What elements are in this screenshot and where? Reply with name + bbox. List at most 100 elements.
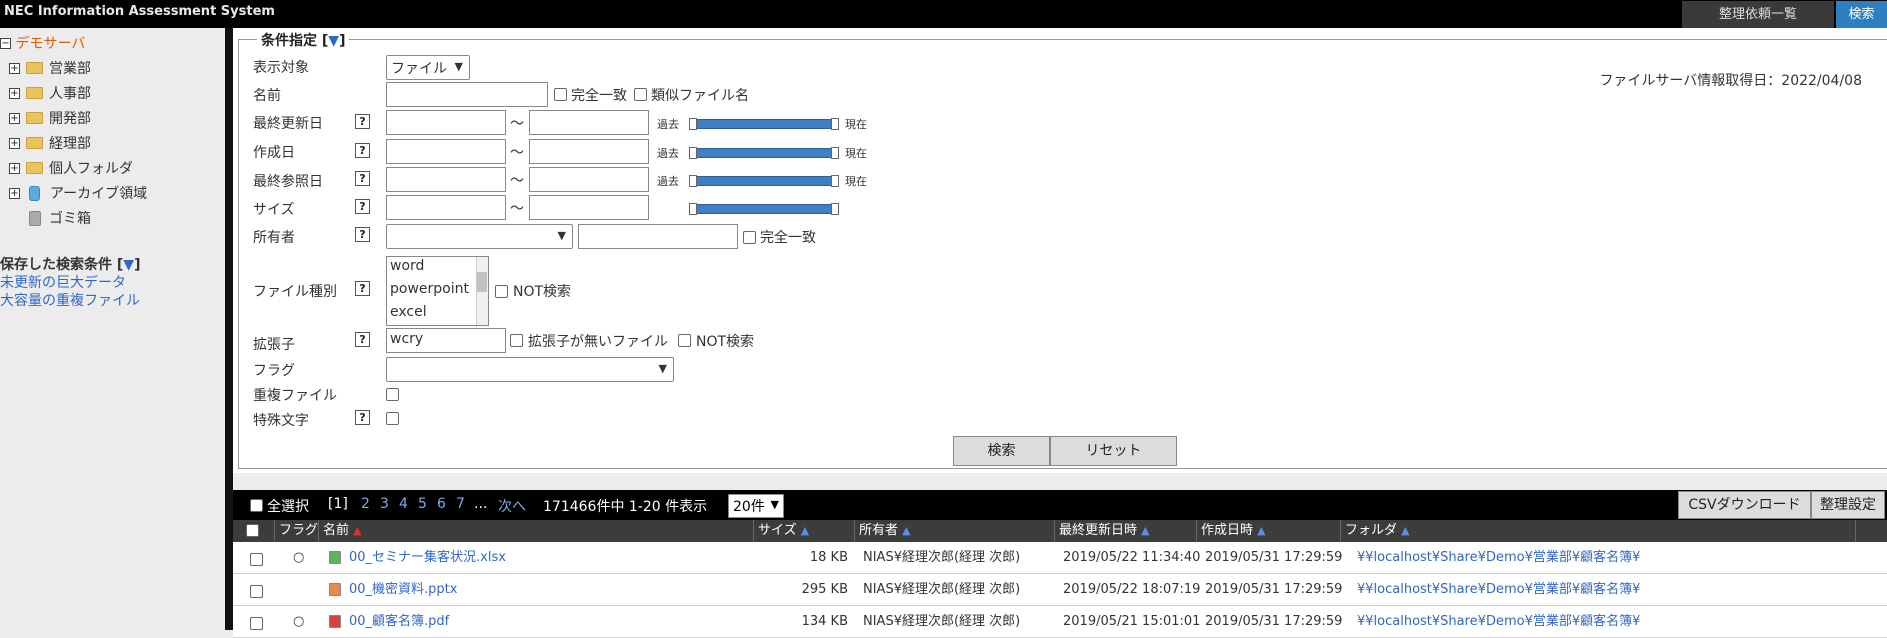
last-accessed-to-input[interactable] bbox=[529, 167, 649, 192]
row-folder-link[interactable]: ¥¥localhost¥Share¥Demo¥営業部¥顧客名簿¥ bbox=[1357, 606, 1640, 638]
tree-item-hr[interactable]: + 人事部 bbox=[9, 83, 91, 103]
row-flag[interactable]: ○ bbox=[293, 606, 304, 638]
help-icon[interactable]: ? bbox=[355, 171, 370, 186]
slider-handle[interactable] bbox=[831, 175, 839, 187]
file-type-option[interactable]: word bbox=[390, 258, 424, 274]
search-tab-button[interactable]: 検索 bbox=[1836, 1, 1887, 28]
toggle-arrow-icon[interactable]: ▼ bbox=[328, 33, 339, 49]
table-row[interactable]: 00_機密資料.pptx 295 KB NIAS¥経理次郎(経理 次郎) 201… bbox=[233, 574, 1887, 606]
owner-input[interactable] bbox=[578, 224, 738, 249]
duplicate-checkbox[interactable] bbox=[386, 388, 399, 401]
display-target-select[interactable]: ファイル ▼ bbox=[386, 55, 470, 80]
owner-exact-checkbox[interactable] bbox=[743, 231, 756, 244]
csv-download-button[interactable]: CSVダウンロード bbox=[1678, 491, 1811, 519]
toggle-arrow-icon[interactable]: ▼ bbox=[123, 257, 134, 273]
file-type-option[interactable]: excel bbox=[390, 304, 427, 320]
tree-root[interactable]: − デモサーバ bbox=[0, 33, 85, 53]
help-icon[interactable]: ? bbox=[355, 114, 370, 129]
header-select-all-checkbox[interactable] bbox=[246, 524, 259, 537]
help-icon[interactable]: ? bbox=[355, 227, 370, 242]
slider-handle[interactable] bbox=[689, 118, 697, 130]
col-flag[interactable]: フラグ bbox=[275, 520, 319, 542]
row-checkbox[interactable] bbox=[250, 585, 263, 598]
help-icon[interactable]: ? bbox=[355, 410, 370, 425]
per-page-select[interactable]: 20件 ▼ bbox=[728, 494, 784, 518]
page-link[interactable]: 2 bbox=[361, 496, 370, 512]
col-size[interactable]: サイズ ▲ bbox=[754, 520, 855, 542]
slider-handle[interactable] bbox=[831, 147, 839, 159]
file-link[interactable]: 00_セミナー集客状況.xlsx bbox=[349, 550, 506, 565]
col-name[interactable]: 名前 ▲ bbox=[319, 520, 754, 542]
last-modified-from-input[interactable] bbox=[386, 110, 506, 135]
last-modified-range-slider[interactable] bbox=[691, 119, 835, 129]
select-all-checkbox[interactable] bbox=[250, 499, 263, 512]
col-modified[interactable]: 最終更新日時 ▲ bbox=[1055, 520, 1197, 542]
file-link[interactable]: 00_顧客名簿.pdf bbox=[349, 614, 449, 629]
organize-settings-button[interactable]: 整理設定 bbox=[1811, 491, 1885, 519]
slider-handle[interactable] bbox=[831, 203, 839, 215]
size-to-input[interactable] bbox=[529, 195, 649, 220]
file-type-not-checkbox[interactable] bbox=[495, 285, 508, 298]
tree-item-archive[interactable]: + アーカイブ領域 bbox=[9, 183, 147, 203]
row-folder-link[interactable]: ¥¥localhost¥Share¥Demo¥営業部¥顧客名簿¥ bbox=[1357, 574, 1640, 606]
row-folder-link[interactable]: ¥¥localhost¥Share¥Demo¥営業部¥顧客名簿¥ bbox=[1357, 542, 1640, 574]
file-link[interactable]: 00_機密資料.pptx bbox=[349, 582, 457, 597]
size-from-input[interactable] bbox=[386, 195, 506, 220]
help-icon[interactable]: ? bbox=[355, 199, 370, 214]
row-checkbox[interactable] bbox=[250, 617, 263, 630]
expand-icon[interactable]: + bbox=[9, 62, 20, 74]
col-created[interactable]: 作成日時 ▲ bbox=[1197, 520, 1341, 542]
help-icon[interactable]: ? bbox=[355, 332, 370, 347]
saved-condition-link[interactable]: 未更新の巨大データ bbox=[0, 272, 126, 292]
extension-not-checkbox[interactable] bbox=[678, 334, 691, 347]
listbox-scrollbar[interactable] bbox=[476, 257, 488, 325]
expand-icon[interactable]: + bbox=[9, 162, 20, 174]
page-link[interactable]: 5 bbox=[418, 496, 427, 512]
row-checkbox[interactable] bbox=[250, 553, 263, 566]
size-range-slider[interactable] bbox=[691, 204, 835, 214]
page-link[interactable]: 6 bbox=[437, 496, 446, 512]
saved-condition-link[interactable]: 大容量の重複ファイル bbox=[0, 290, 140, 310]
owner-select[interactable]: ▼ bbox=[386, 224, 573, 249]
col-owner[interactable]: 所有者 ▲ bbox=[855, 520, 1055, 542]
expand-icon[interactable]: + bbox=[9, 187, 20, 199]
search-button[interactable]: 検索 bbox=[953, 436, 1050, 466]
table-row[interactable]: ○ 00_顧客名簿.pdf 134 KB NIAS¥経理次郎(経理 次郎) 20… bbox=[233, 606, 1887, 638]
help-icon[interactable]: ? bbox=[355, 143, 370, 158]
reorg-list-button[interactable]: 整理依頼一覧 bbox=[1682, 1, 1834, 28]
scrollbar-thumb[interactable] bbox=[477, 272, 487, 292]
similar-name-checkbox[interactable] bbox=[634, 88, 647, 101]
tree-item-dev[interactable]: + 開発部 bbox=[9, 108, 91, 128]
page-link[interactable]: 7 bbox=[456, 496, 465, 512]
table-row[interactable]: ○ 00_セミナー集客状況.xlsx 18 KB NIAS¥経理次郎(経理 次郎… bbox=[233, 542, 1887, 574]
last-accessed-from-input[interactable] bbox=[386, 167, 506, 192]
last-modified-to-input[interactable] bbox=[529, 110, 649, 135]
slider-handle[interactable] bbox=[831, 118, 839, 130]
page-link[interactable]: 3 bbox=[380, 496, 389, 512]
name-input[interactable] bbox=[386, 82, 548, 107]
tree-item-sales[interactable]: + 営業部 bbox=[9, 58, 91, 78]
slider-handle[interactable] bbox=[689, 175, 697, 187]
tree-item-personal[interactable]: + 個人フォルダ bbox=[9, 158, 133, 178]
help-icon[interactable]: ? bbox=[355, 281, 370, 296]
special-chars-checkbox[interactable] bbox=[386, 412, 399, 425]
name-exact-checkbox[interactable] bbox=[554, 88, 567, 101]
extension-input[interactable]: wcry bbox=[386, 328, 506, 353]
created-range-slider[interactable] bbox=[691, 148, 835, 158]
expand-icon[interactable]: + bbox=[9, 87, 20, 99]
expand-icon[interactable]: + bbox=[9, 112, 20, 124]
page-link[interactable]: 4 bbox=[399, 496, 408, 512]
last-accessed-range-slider[interactable] bbox=[691, 176, 835, 186]
row-flag[interactable]: ○ bbox=[293, 542, 304, 574]
tree-root-label[interactable]: デモサーバ bbox=[15, 36, 85, 52]
tree-item-accounting[interactable]: + 経理部 bbox=[9, 133, 91, 153]
next-page-link[interactable]: 次へ bbox=[498, 496, 526, 516]
expand-icon[interactable]: + bbox=[9, 137, 20, 149]
sidebar-divider[interactable] bbox=[225, 28, 233, 630]
no-extension-checkbox[interactable] bbox=[510, 334, 523, 347]
flag-select[interactable]: ▼ bbox=[386, 357, 674, 382]
tree-item-trash[interactable]: ゴミ箱 bbox=[9, 208, 91, 228]
file-type-listbox[interactable]: word powerpoint excel bbox=[386, 256, 489, 326]
slider-handle[interactable] bbox=[689, 203, 697, 215]
slider-handle[interactable] bbox=[689, 147, 697, 159]
